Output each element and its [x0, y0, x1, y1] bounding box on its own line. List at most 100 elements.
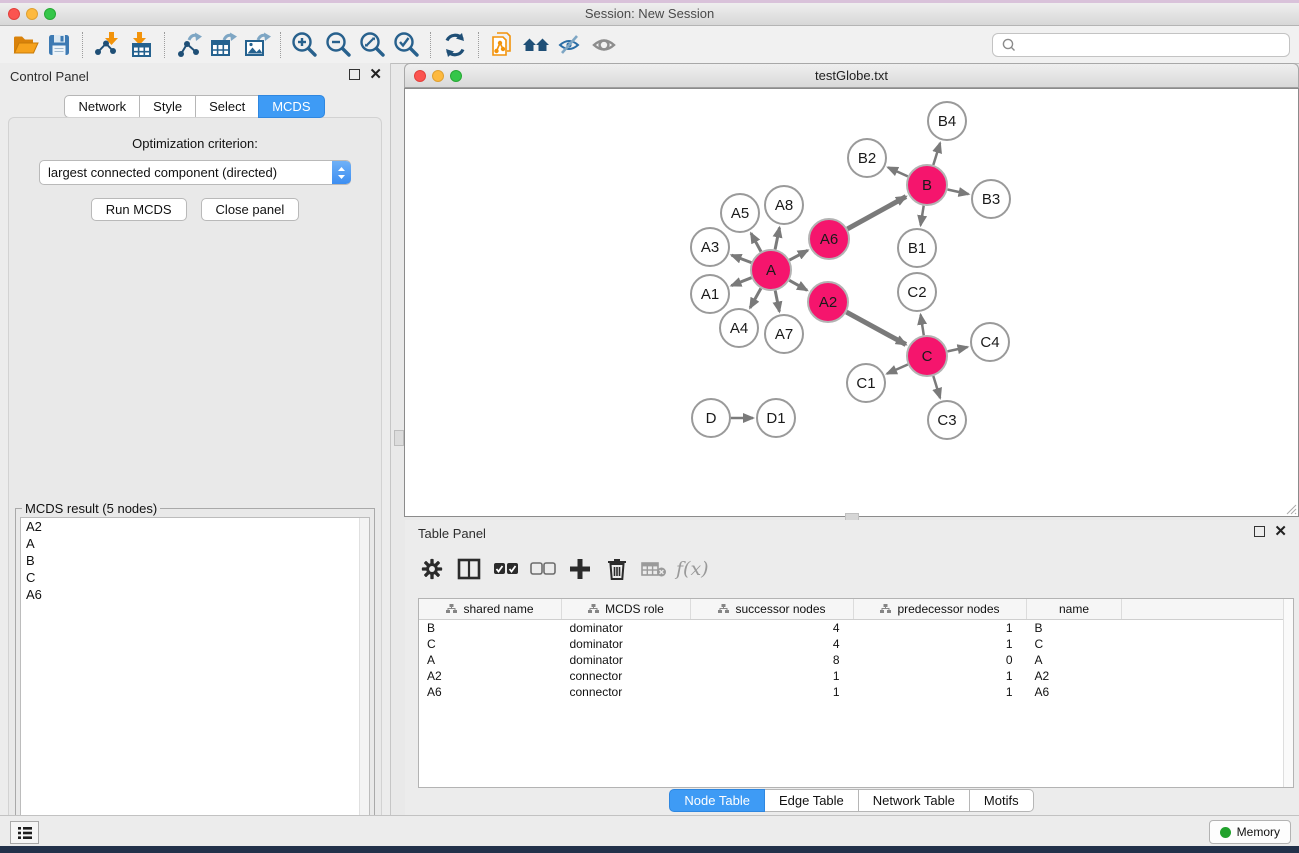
table-cell[interactable]: A6 [1027, 684, 1122, 700]
vertical-splitter-grip[interactable] [394, 430, 404, 446]
result-item[interactable]: B [21, 552, 369, 569]
close-panel-icon[interactable]: ✕ [369, 70, 382, 80]
column-header-name[interactable]: name [1027, 599, 1122, 620]
network-window-titlebar[interactable]: testGlobe.txt [404, 63, 1299, 88]
zoom-in-icon[interactable] [288, 30, 322, 60]
result-item[interactable]: A [21, 535, 369, 552]
table-cell[interactable]: 4 [691, 636, 854, 652]
function-builder-icon[interactable]: f(x) [676, 558, 709, 580]
tab-mcds[interactable]: MCDS [258, 95, 324, 118]
tab-network-table[interactable]: Network Table [858, 789, 970, 812]
graph-edge-A6-B[interactable] [847, 197, 906, 229]
table-options-icon[interactable] [413, 552, 450, 586]
table-cell[interactable]: 1 [854, 684, 1027, 700]
window-resize-grip[interactable] [1283, 501, 1297, 515]
table-row[interactable]: A2connector11A2 [419, 668, 1285, 684]
table-scrollbar[interactable] [1283, 599, 1293, 787]
graph-edge-C-C3[interactable] [933, 376, 940, 398]
table-cell[interactable]: B [419, 620, 562, 637]
search-field[interactable] [992, 33, 1290, 57]
show-column-icon[interactable] [450, 552, 487, 586]
table-cell[interactable]: C [419, 636, 562, 652]
export-network-icon[interactable] [172, 30, 206, 60]
column-header-successor-nodes[interactable]: successor nodes [691, 599, 854, 620]
table-row[interactable]: Adominator80A [419, 652, 1285, 668]
zoom-out-icon[interactable] [322, 30, 356, 60]
close-table-panel-icon[interactable]: ✕ [1274, 527, 1287, 537]
tab-edge-table[interactable]: Edge Table [764, 789, 859, 812]
table-cell[interactable]: B [1027, 620, 1122, 637]
result-item[interactable]: C [21, 569, 369, 586]
table-cell[interactable]: A6 [419, 684, 562, 700]
float-panel-icon[interactable] [349, 69, 360, 80]
graph-edge-A-A1[interactable] [731, 278, 751, 286]
search-input[interactable] [1021, 35, 1289, 55]
graph-edge-A-A6[interactable] [790, 250, 808, 260]
table-cell[interactable]: dominator [562, 636, 691, 652]
export-image-icon[interactable] [240, 30, 274, 60]
delete-table-icon[interactable] [635, 552, 672, 586]
import-network-icon[interactable] [90, 30, 124, 60]
tab-network[interactable]: Network [64, 95, 140, 118]
table-cell[interactable]: connector [562, 684, 691, 700]
hide-selected-icon[interactable] [554, 30, 588, 60]
unselect-all-columns-icon[interactable] [524, 552, 561, 586]
table-cell[interactable]: 4 [691, 620, 854, 637]
table-cell[interactable]: A [1027, 652, 1122, 668]
criterion-select[interactable]: largest connected component (directed) [39, 160, 351, 185]
tab-style[interactable]: Style [139, 95, 196, 118]
table-cell[interactable]: 1 [691, 668, 854, 684]
show-all-icon[interactable] [588, 30, 622, 60]
table-cell[interactable]: C [1027, 636, 1122, 652]
graph-edge-B-B4[interactable] [933, 143, 940, 165]
float-table-panel-icon[interactable] [1254, 526, 1265, 537]
select-all-columns-icon[interactable] [487, 552, 524, 586]
graph-edge-A-A4[interactable] [750, 288, 761, 308]
tab-motifs[interactable]: Motifs [969, 789, 1034, 812]
table-row[interactable]: A6connector11A6 [419, 684, 1285, 700]
table-row[interactable]: Cdominator41C [419, 636, 1285, 652]
run-mcds-button[interactable]: Run MCDS [91, 198, 187, 221]
graph-edge-A-A2[interactable] [789, 280, 807, 290]
graph-edge-C-C4[interactable] [948, 347, 968, 351]
delete-columns-icon[interactable] [598, 552, 635, 586]
zoom-selected-icon[interactable] [390, 30, 424, 60]
memory-button[interactable]: Memory [1209, 820, 1291, 844]
tab-select[interactable]: Select [195, 95, 259, 118]
open-session-icon[interactable] [8, 30, 42, 60]
table-cell[interactable]: connector [562, 668, 691, 684]
table-cell[interactable]: 1 [854, 620, 1027, 637]
close-panel-button[interactable]: Close panel [201, 198, 300, 221]
graph-edge-A-A5[interactable] [751, 233, 761, 251]
graph-edge-A2-C[interactable] [846, 312, 906, 344]
graph-edge-B-B3[interactable] [948, 190, 969, 195]
show-panels-button[interactable] [10, 821, 39, 844]
table-row[interactable]: Bdominator41B [419, 620, 1285, 637]
table-cell[interactable]: dominator [562, 620, 691, 637]
graph-edge-A-A7[interactable] [775, 291, 779, 312]
table-cell[interactable]: A [419, 652, 562, 668]
graph-edge-B-B2[interactable] [888, 167, 908, 176]
create-column-icon[interactable] [561, 552, 598, 586]
save-session-icon[interactable] [42, 30, 76, 60]
table-cell[interactable]: A2 [419, 668, 562, 684]
new-network-from-selection-icon[interactable] [486, 30, 520, 60]
table-cell[interactable]: 0 [854, 652, 1027, 668]
column-header-shared-name[interactable]: shared name [419, 599, 562, 620]
graph-edge-A-A8[interactable] [775, 228, 779, 250]
table-cell[interactable]: 1 [691, 684, 854, 700]
result-item[interactable]: A6 [21, 586, 369, 603]
graph-edge-C-C1[interactable] [887, 365, 908, 374]
table-cell[interactable]: dominator [562, 652, 691, 668]
import-table-icon[interactable] [124, 30, 158, 60]
graph-edge-A-A3[interactable] [732, 255, 752, 263]
first-neighbors-icon[interactable] [520, 30, 554, 60]
table-cell[interactable]: 1 [854, 636, 1027, 652]
apply-layout-icon[interactable] [438, 30, 472, 60]
table-cell[interactable]: A2 [1027, 668, 1122, 684]
table-cell[interactable]: 1 [854, 668, 1027, 684]
graph-edge-C-C2[interactable] [921, 315, 924, 336]
export-table-icon[interactable] [206, 30, 240, 60]
column-header-predecessor-nodes[interactable]: predecessor nodes [854, 599, 1027, 620]
network-canvas[interactable]: B4B2BB3A8A5A6A3B1AC2A1A2A4A7C4CC1DD1C3 [404, 88, 1299, 517]
